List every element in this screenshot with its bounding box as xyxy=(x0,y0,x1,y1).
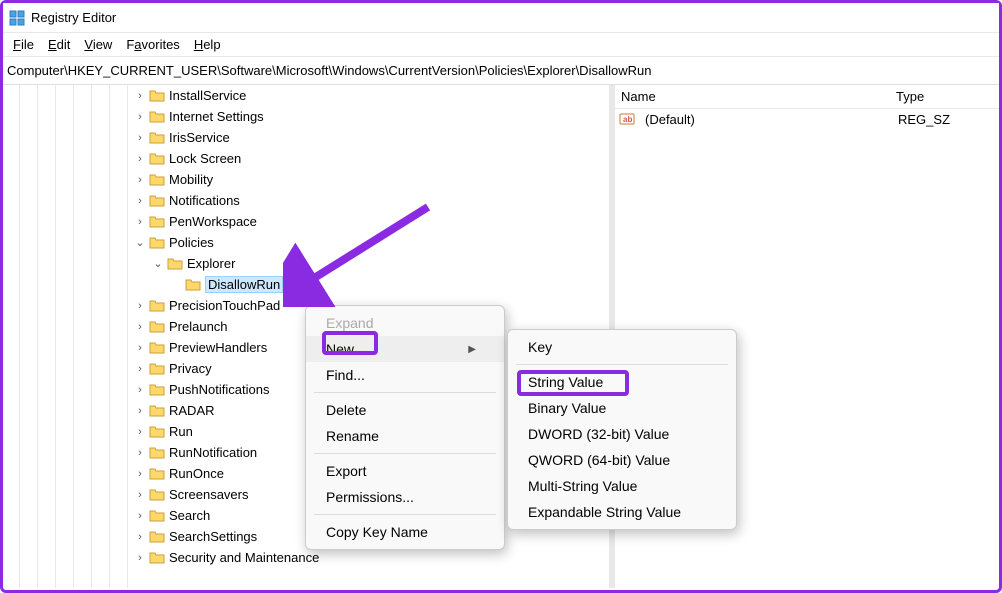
context-menu: Expand New▶ Find... Delete Rename Export… xyxy=(305,305,505,550)
tree-expand-icon[interactable]: › xyxy=(133,216,147,228)
string-value-icon: ab xyxy=(619,111,635,127)
cm-delete[interactable]: Delete xyxy=(306,397,504,423)
tree-expand-icon[interactable]: › xyxy=(133,321,147,333)
menu-favorites[interactable]: Favorites xyxy=(120,35,185,54)
tree-expand-icon[interactable]: › xyxy=(133,153,147,165)
tree-item[interactable]: › Security and Maintenance xyxy=(3,547,609,568)
tree-expand-icon[interactable]: › xyxy=(133,552,147,564)
tree-expand-icon[interactable]: › xyxy=(133,447,147,459)
tree-expand-icon[interactable]: ⌄ xyxy=(151,257,165,270)
tree-expand-icon[interactable]: › xyxy=(133,90,147,102)
cm-export[interactable]: Export xyxy=(306,458,504,484)
cm-new-string[interactable]: String Value xyxy=(508,369,736,395)
tree-label: Explorer xyxy=(187,256,235,271)
tree-expand-icon[interactable]: › xyxy=(133,363,147,375)
address-bar[interactable]: Computer\HKEY_CURRENT_USER\Software\Micr… xyxy=(3,57,999,85)
cm-sep-3 xyxy=(314,514,496,515)
context-submenu-new: Key String Value Binary Value DWORD (32-… xyxy=(507,329,737,530)
tree-label: Lock Screen xyxy=(169,151,241,166)
cm-sep-1 xyxy=(314,392,496,393)
tree-label: Internet Settings xyxy=(169,109,264,124)
tree-expand-icon[interactable]: › xyxy=(133,195,147,207)
menu-help[interactable]: Help xyxy=(188,35,227,54)
tree-label: PreviewHandlers xyxy=(169,340,267,355)
tree-expand-icon[interactable]: › xyxy=(133,426,147,438)
tree-item[interactable]: › PenWorkspace xyxy=(3,211,609,232)
cm-expand: Expand xyxy=(306,310,504,336)
submenu-arrow-icon: ▶ xyxy=(468,344,476,355)
tree-label: Run xyxy=(169,424,193,439)
menu-bar: File Edit View Favorites Help xyxy=(3,33,999,57)
title-bar: Registry Editor xyxy=(3,3,999,33)
value-type: REG_SZ xyxy=(892,112,999,127)
tree-item[interactable]: › IrisService xyxy=(3,127,609,148)
value-row[interactable]: ab (Default) REG_SZ xyxy=(615,109,999,129)
cm-new[interactable]: New▶ xyxy=(306,336,504,362)
tree-expand-icon[interactable]: › xyxy=(133,489,147,501)
tree-label: IrisService xyxy=(169,130,230,145)
tree-label: Privacy xyxy=(169,361,212,376)
tree-label: PushNotifications xyxy=(169,382,269,397)
tree-expand-icon[interactable]: › xyxy=(133,468,147,480)
tree-label: PrecisionTouchPad xyxy=(169,298,280,313)
tree-label: RunOnce xyxy=(169,466,224,481)
tree-expand-icon[interactable]: › xyxy=(133,384,147,396)
cm-sep-2 xyxy=(314,453,496,454)
tree-expand-icon[interactable]: › xyxy=(133,531,147,543)
col-name[interactable]: Name xyxy=(615,89,890,104)
tree-label: Mobility xyxy=(169,172,213,187)
cm-new-key[interactable]: Key xyxy=(508,334,736,360)
tree-label: InstallService xyxy=(169,88,246,103)
tree-item[interactable]: › Mobility xyxy=(3,169,609,190)
tree-label: RADAR xyxy=(169,403,215,418)
cm-find[interactable]: Find... xyxy=(306,362,504,388)
tree-expand-icon[interactable]: › xyxy=(133,111,147,123)
svg-text:ab: ab xyxy=(623,115,632,124)
tree-label: RunNotification xyxy=(169,445,257,460)
tree-label: Policies xyxy=(169,235,214,250)
tree-label: PenWorkspace xyxy=(169,214,257,229)
tree-item[interactable]: › InstallService xyxy=(3,85,609,106)
cm-new-qword[interactable]: QWORD (64-bit) Value xyxy=(508,447,736,473)
cm-copykey[interactable]: Copy Key Name xyxy=(306,519,504,545)
tree-label: Security and Maintenance xyxy=(169,550,319,565)
cm-rename[interactable]: Rename xyxy=(306,423,504,449)
tree-item[interactable]: › Lock Screen xyxy=(3,148,609,169)
cm-sep-n1 xyxy=(516,364,728,365)
value-name: (Default) xyxy=(639,112,892,127)
tree-label: Notifications xyxy=(169,193,240,208)
tree-label: Prelaunch xyxy=(169,319,228,334)
cm-new-dword[interactable]: DWORD (32-bit) Value xyxy=(508,421,736,447)
cm-new-expand[interactable]: Expandable String Value xyxy=(508,499,736,525)
tree-expand-icon[interactable]: › xyxy=(133,510,147,522)
tree-item[interactable]: DisallowRun xyxy=(3,274,609,295)
tree-label: Screensavers xyxy=(169,487,248,502)
tree-expand-icon[interactable]: › xyxy=(133,174,147,186)
values-header: Name Type xyxy=(615,85,999,109)
tree-expand-icon[interactable]: › xyxy=(133,405,147,417)
menu-view[interactable]: View xyxy=(78,35,118,54)
tree-expand-icon[interactable]: › xyxy=(133,342,147,354)
tree-expand-icon[interactable]: › xyxy=(133,300,147,312)
cm-new-binary[interactable]: Binary Value xyxy=(508,395,736,421)
tree-expand-icon[interactable]: ⌄ xyxy=(133,236,147,249)
tree-label: Search xyxy=(169,508,210,523)
tree-item[interactable]: › Notifications xyxy=(3,190,609,211)
cm-new-multi[interactable]: Multi-String Value xyxy=(508,473,736,499)
col-type[interactable]: Type xyxy=(890,89,999,104)
tree-item[interactable]: ⌄ Policies xyxy=(3,232,609,253)
cm-permissions[interactable]: Permissions... xyxy=(306,484,504,510)
tree-expand-icon[interactable]: › xyxy=(133,132,147,144)
menu-file[interactable]: File xyxy=(7,35,40,54)
tree-item[interactable]: › Internet Settings xyxy=(3,106,609,127)
menu-edit[interactable]: Edit xyxy=(42,35,76,54)
window-title: Registry Editor xyxy=(31,10,116,25)
tree-label: DisallowRun xyxy=(205,276,283,293)
tree-item[interactable]: ⌄ Explorer xyxy=(3,253,609,274)
tree-label: SearchSettings xyxy=(169,529,257,544)
app-icon xyxy=(9,10,25,26)
